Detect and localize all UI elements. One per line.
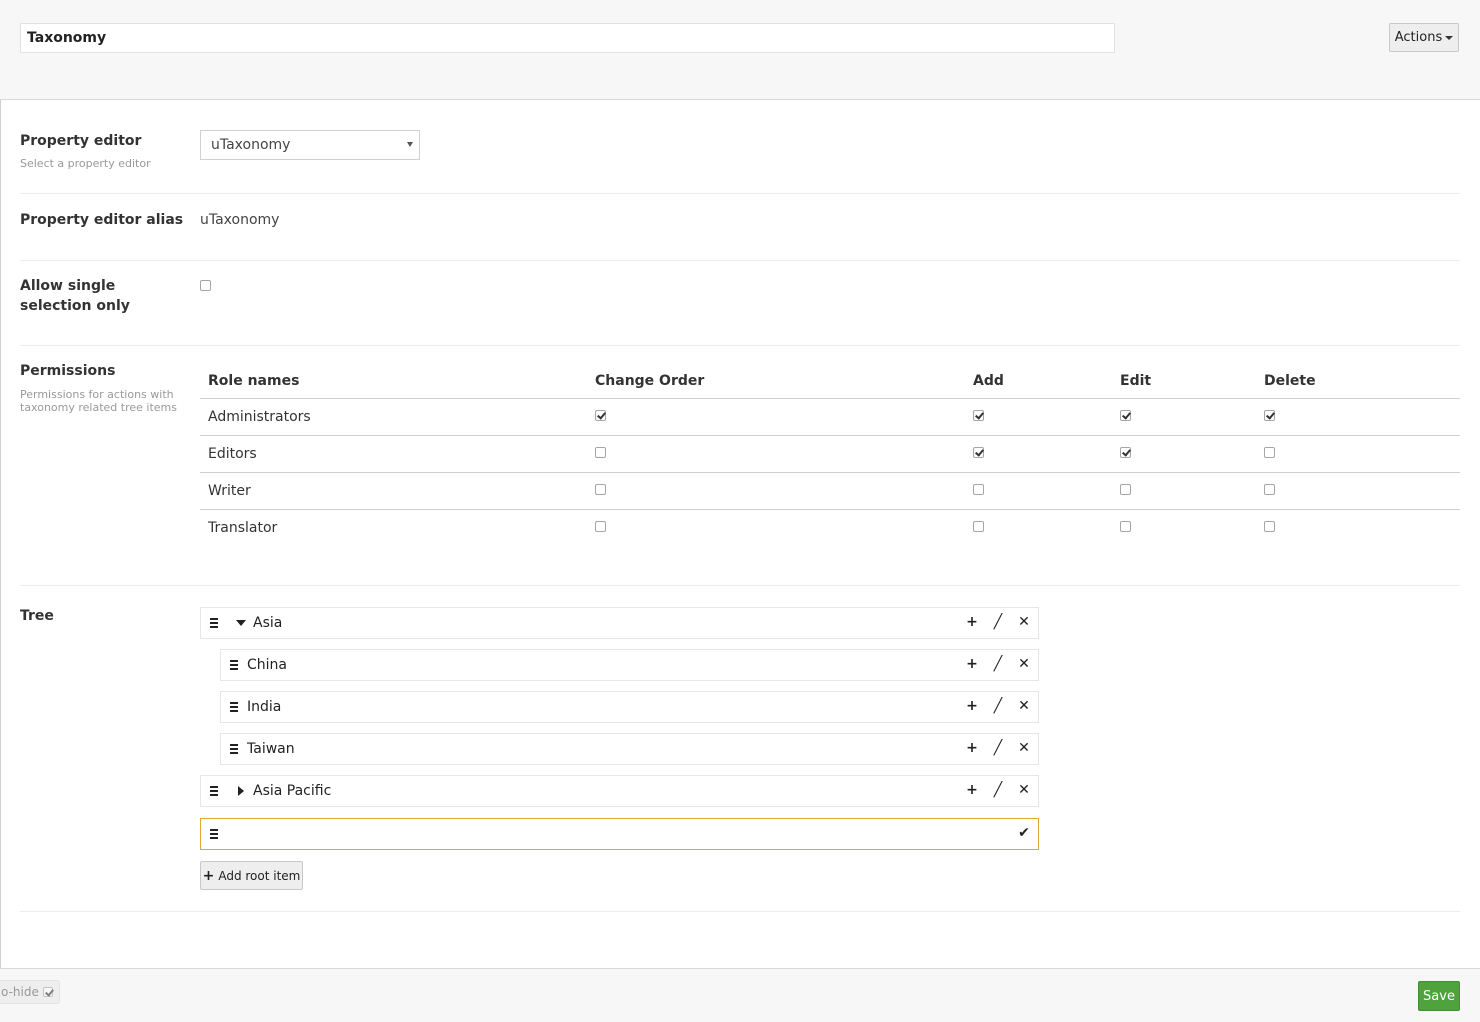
edit-pencil-icon[interactable]: ╱ bbox=[990, 698, 1006, 714]
add-root-item-button[interactable]: + Add root item bbox=[200, 861, 303, 890]
role-name: Administrators bbox=[200, 398, 587, 436]
change-order-checkbox[interactable] bbox=[595, 484, 606, 495]
tree-item-india[interactable]: India + ╱ ✕ bbox=[220, 691, 1039, 723]
column-header-role-names: Role names bbox=[200, 363, 587, 399]
save-button[interactable]: Save bbox=[1418, 981, 1460, 1011]
column-header-edit: Edit bbox=[1112, 363, 1256, 399]
edit-pencil-icon[interactable]: ╱ bbox=[990, 740, 1006, 756]
editor-header: Actions bbox=[0, 0, 1480, 100]
expand-arrow-icon[interactable] bbox=[236, 620, 246, 626]
change-order-checkbox[interactable] bbox=[595, 447, 606, 458]
caret-down-icon bbox=[1445, 35, 1454, 40]
tree-item-asia[interactable]: Asia + ╱ ✕ bbox=[200, 607, 1039, 639]
editor-footer: o-hide Save bbox=[0, 968, 1480, 1022]
datatype-name-input[interactable] bbox=[20, 23, 1115, 53]
add-checkbox[interactable] bbox=[973, 484, 984, 495]
add-child-icon[interactable]: + bbox=[964, 614, 980, 630]
new-item-name-input[interactable] bbox=[227, 823, 991, 847]
permissions-label: Permissions bbox=[20, 363, 116, 379]
alias-label: Property editor alias bbox=[20, 212, 184, 228]
property-editor-description: Select a property editor bbox=[20, 157, 151, 170]
column-header-change-order: Change Order bbox=[587, 363, 965, 399]
edit-checkbox[interactable] bbox=[1120, 410, 1131, 421]
drag-handle-icon[interactable] bbox=[210, 618, 218, 630]
tree-label: Tree bbox=[20, 608, 54, 624]
new-tree-item: ✔ bbox=[200, 818, 1039, 850]
property-editor-select[interactable]: uTaxonomy bbox=[200, 130, 420, 160]
confirm-check-icon[interactable]: ✔ bbox=[1016, 825, 1032, 841]
edit-pencil-icon[interactable]: ╱ bbox=[990, 782, 1006, 798]
edit-checkbox[interactable] bbox=[1120, 484, 1131, 495]
delete-x-icon[interactable]: ✕ bbox=[1016, 782, 1032, 798]
edit-checkbox[interactable] bbox=[1120, 447, 1131, 458]
delete-checkbox[interactable] bbox=[1264, 447, 1275, 458]
drag-handle-icon[interactable] bbox=[230, 702, 238, 714]
column-header-add: Add bbox=[965, 363, 1112, 399]
actions-button[interactable]: Actions bbox=[1389, 23, 1459, 52]
autohide-checkbox[interactable] bbox=[42, 987, 53, 997]
edit-pencil-icon[interactable]: ╱ bbox=[990, 656, 1006, 672]
delete-x-icon[interactable]: ✕ bbox=[1016, 656, 1032, 672]
permissions-description: Permissions for actions with taxonomy re… bbox=[20, 388, 177, 414]
property-editor-selected: uTaxonomy bbox=[211, 137, 291, 153]
plus-icon: + bbox=[202, 867, 215, 884]
delete-checkbox[interactable] bbox=[1264, 410, 1275, 421]
delete-x-icon[interactable]: ✕ bbox=[1016, 614, 1032, 630]
add-checkbox[interactable] bbox=[973, 410, 984, 421]
role-name: Editors bbox=[200, 435, 587, 473]
single-selection-row: Allow single selection only bbox=[20, 261, 1460, 346]
collapse-arrow-icon[interactable] bbox=[238, 786, 244, 796]
permissions-row: Permissions Permissions for actions with… bbox=[20, 346, 1460, 586]
autohide-label: o-hide bbox=[1, 985, 39, 999]
single-selection-checkbox[interactable] bbox=[200, 280, 211, 291]
table-row: Administrators bbox=[200, 398, 1460, 436]
dropdown-arrow-icon bbox=[407, 142, 413, 147]
change-order-checkbox[interactable] bbox=[595, 410, 606, 421]
add-root-item-label: Add root item bbox=[218, 868, 301, 883]
add-child-icon[interactable]: + bbox=[964, 740, 980, 756]
drag-handle-icon[interactable] bbox=[210, 829, 218, 841]
add-checkbox[interactable] bbox=[973, 447, 984, 458]
add-child-icon[interactable]: + bbox=[964, 698, 980, 714]
permissions-header-row: Role names Change Order Add Edit Delete bbox=[200, 363, 1460, 399]
delete-x-icon[interactable]: ✕ bbox=[1016, 698, 1032, 714]
drag-handle-icon[interactable] bbox=[230, 744, 238, 756]
single-selection-label: Allow single selection only bbox=[20, 278, 130, 314]
tree-item-name: China bbox=[247, 657, 287, 673]
edit-pencil-icon[interactable]: ╱ bbox=[990, 614, 1006, 630]
tree-item-taiwan[interactable]: Taiwan + ╱ ✕ bbox=[220, 733, 1039, 765]
add-checkbox[interactable] bbox=[973, 521, 984, 532]
role-name: Translator bbox=[208, 520, 278, 536]
column-header-delete: Delete bbox=[1256, 363, 1460, 399]
alias-row: Property editor alias uTaxonomy bbox=[20, 194, 1460, 261]
permissions-table: Role names Change Order Add Edit Delete … bbox=[200, 363, 1460, 546]
tree-item-name: Asia bbox=[253, 615, 283, 631]
property-editor-row: Property editor Select a property editor… bbox=[20, 130, 1460, 194]
autohide-toggle[interactable]: o-hide bbox=[0, 980, 60, 1004]
delete-x-icon[interactable]: ✕ bbox=[1016, 740, 1032, 756]
drag-handle-icon[interactable] bbox=[210, 786, 218, 798]
actions-label: Actions bbox=[1394, 30, 1443, 45]
role-name: Writer bbox=[200, 472, 587, 510]
table-row: Editors bbox=[200, 435, 1460, 473]
left-frame-border bbox=[0, 0, 1, 1021]
add-child-icon[interactable]: + bbox=[964, 782, 980, 798]
tree-item-name: India bbox=[247, 699, 282, 715]
table-row: Translator bbox=[200, 510, 1460, 547]
tree-item-name: Asia Pacific bbox=[253, 783, 332, 799]
drag-handle-icon[interactable] bbox=[230, 660, 238, 672]
property-editor-label: Property editor bbox=[20, 133, 142, 149]
tree-item-asia-pacific[interactable]: Asia Pacific + ╱ ✕ bbox=[200, 775, 1039, 807]
alias-value: uTaxonomy bbox=[200, 212, 280, 228]
table-row: Writer bbox=[200, 472, 1460, 510]
edit-checkbox[interactable] bbox=[1120, 521, 1131, 532]
tree-item-name: Taiwan bbox=[247, 741, 295, 757]
delete-checkbox[interactable] bbox=[1264, 521, 1275, 532]
add-child-icon[interactable]: + bbox=[964, 656, 980, 672]
tree-item-china[interactable]: China + ╱ ✕ bbox=[220, 649, 1039, 681]
change-order-checkbox[interactable] bbox=[595, 521, 606, 532]
delete-checkbox[interactable] bbox=[1264, 484, 1275, 495]
